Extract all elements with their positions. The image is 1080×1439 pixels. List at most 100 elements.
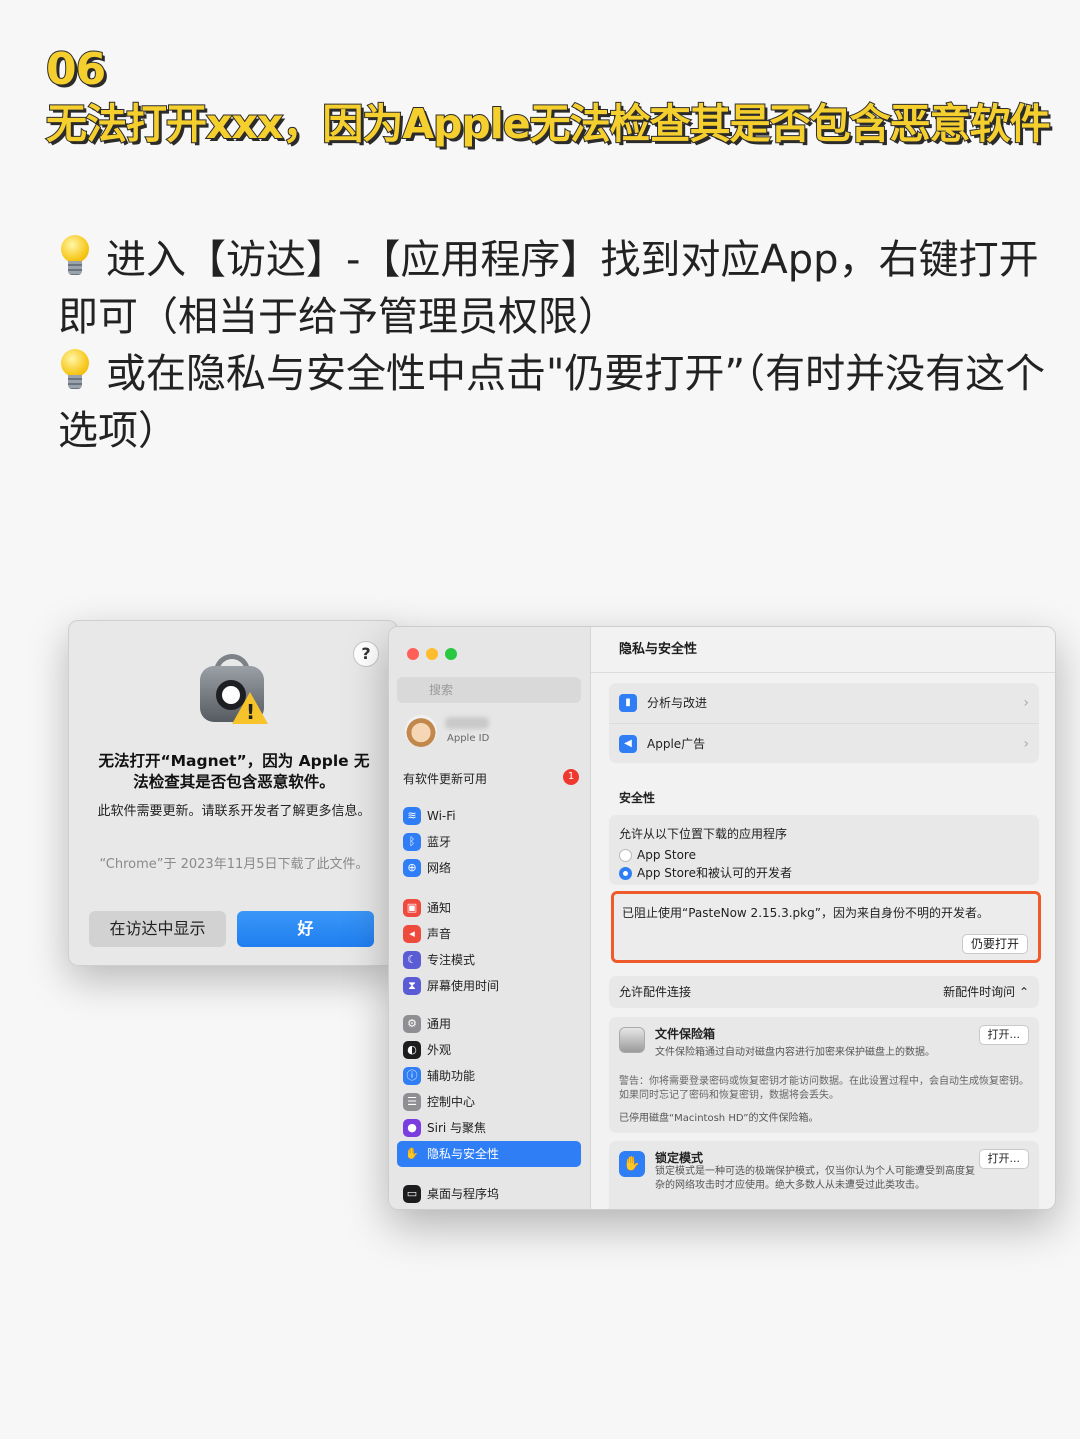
chart-icon: ▮ [619,694,637,712]
sidebar-item-label: Wi-Fi [427,809,456,823]
filevault-status: 已停用磁盘“Macintosh HD”的文件保险箱。 [619,1113,819,1124]
sidebar-item-label: 桌面与程序坞 [427,1187,500,1201]
control-center-icon: ☰ [403,1093,421,1111]
sidebar-item-label: 网络 [427,861,452,875]
sidebar-item[interactable]: ◂ 声音 [397,921,581,947]
tip-2-text: 或在隐私与安全性中点击"仍要打开”（有时并没有这个选项） [58,351,1046,454]
sidebar-item-label: 屏幕使用时间 [427,979,500,993]
sidebar-item-label: 控制中心 [427,1095,476,1109]
headline: 06 无法打开xxx，因为Apple无法检查其是否包含恶意软件 [45,43,1066,150]
filevault-title: 文件保险箱 [655,1027,716,1041]
accessory-connection-row: 允许配件连接 新配件时询问 ⌃ [609,976,1039,1008]
lockdown-card: ✋ 锁定模式 锁定模式是一种可选的极端保护模式，仅当你认为个人可能遭受到高度复杂… [609,1141,1039,1209]
lockdown-open-button[interactable]: 打开... [978,1149,1029,1169]
allow-apps-card: 允许从以下位置下载的应用程序 App Store App Store和被认可的开… [609,815,1039,885]
alert-title: 无法打开“Magnet”，因为 Apple 无法检查其是否包含恶意软件。 [98,752,370,791]
lightbulb-icon [58,347,92,395]
software-update-item[interactable]: 有软件更新可用 1 [403,769,579,787]
sidebar-item[interactable]: ⓘ 辅助功能 [397,1063,581,1089]
blocked-app-text: 已阻止使用“PasteNow 2.15.3.pkg”，因为来自身份不明的开发者。 [622,906,989,920]
sidebar-item[interactable]: ● Siri 与聚焦 [397,1115,581,1141]
appearance-icon: ◐ [403,1041,421,1059]
sidebar: 搜索 Apple ID 有软件更新可用 1 ≋ Wi-Fi ᛒ 蓝牙 ⊕ 网络 ▣ 通知 ◂ 声音… [389,627,591,1209]
sidebar-item-label: 通用 [427,1017,452,1031]
sidebar-item[interactable]: ☰ 控制中心 [397,1089,581,1115]
sidebar-item-label: 辅助功能 [427,1069,476,1083]
blocked-app-notice: 已阻止使用“PasteNow 2.15.3.pkg”，因为来自身份不明的开发者。… [611,891,1041,963]
sidebar-item-label: 专注模式 [427,953,476,967]
tip-2: 或在隐私与安全性中点击"仍要打开”（有时并没有这个选项） [58,346,1058,460]
chevron-right-icon: › [1023,736,1029,752]
filevault-open-button[interactable]: 打开... [978,1025,1029,1045]
accessory-select[interactable]: 新配件时询问 ⌃ [943,976,1029,1008]
hand-icon: ✋ [403,1145,421,1163]
sidebar-item-label: Siri 与聚焦 [427,1121,487,1135]
gear-icon: ⚙ [403,1015,421,1033]
help-button[interactable]: ? [353,641,379,667]
sidebar-item-label: 蓝牙 [427,835,452,849]
sidebar-item[interactable]: ⚙ 通用 [397,1011,581,1037]
accessory-label: 允许配件连接 [619,985,692,999]
software-update-label: 有软件更新可用 [403,772,488,786]
sidebar-item[interactable]: ✋ 隐私与安全性 [397,1141,581,1167]
apple-id-label: Apple ID [447,733,490,744]
tip-1: 进入【访达】-【应用程序】找到对应App，右键打开即可（相当于给予管理员权限） [58,232,1058,346]
sidebar-item[interactable]: ≋ Wi-Fi [397,803,581,829]
sidebar-item[interactable]: ⊕ 网络 [397,855,581,881]
row-apple-ads[interactable]: ◀ Apple广告 › [609,723,1039,763]
search-input[interactable]: 搜索 [397,677,581,703]
filevault-icon [619,1027,645,1053]
headline-title: 无法打开xxx，因为Apple无法检查其是否包含恶意软件 [45,99,1052,149]
alert-message: 此软件需要更新。请联系开发者了解更多信息。 [97,804,371,819]
alert-source: “Chrome”于 2023年11月5日下载了此文件。 [99,857,369,872]
sidebar-item[interactable]: ☾ 专注模式 [397,947,581,973]
system-settings-window: 搜索 Apple ID 有软件更新可用 1 ≋ Wi-Fi ᛒ 蓝牙 ⊕ 网络 ▣ 通知 ◂ 声音… [388,626,1056,1210]
sidebar-item[interactable]: ᛒ 蓝牙 [397,829,581,855]
lightbulb-icon [58,233,92,281]
row-apple-ads-label: Apple广告 [647,737,706,751]
ok-button[interactable]: 好 [237,911,374,947]
lockdown-title: 锁定模式 [655,1151,704,1165]
sidebar-nav-group: ≋ Wi-Fi ᛒ 蓝牙 ⊕ 网络 [397,803,581,881]
dock-icon: ▭ [403,1185,421,1203]
open-anyway-button[interactable]: 仍要打开 [961,934,1028,954]
sidebar-item-label: 外观 [427,1043,452,1057]
accessibility-icon: ⓘ [403,1067,421,1085]
filevault-desc: 文件保险箱通过自动对磁盘内容进行加密来保护磁盘上的数据。 [655,1047,935,1058]
headline-number: 06 [45,43,107,96]
bell-icon: ▣ [403,899,421,917]
row-analytics[interactable]: ▮ 分析与改进 › [609,683,1039,723]
apple-id-account[interactable]: Apple ID [405,715,585,751]
privacy-rows-card: ▮ 分析与改进 › ◀ Apple广告 › [609,683,1039,763]
minimize-window-button[interactable] [426,648,438,660]
malware-alert-dialog: ? ! 无法打开“Magnet”，因为 Apple 无法检查其是否包含恶意软件。… [68,620,398,966]
show-in-finder-button[interactable]: 在访达中显示 [89,911,226,947]
zoom-window-button[interactable] [445,648,457,660]
sidebar-item[interactable]: ◐ 外观 [397,1037,581,1063]
hourglass-icon: ⧗ [403,977,421,995]
close-window-button[interactable] [407,648,419,660]
sidebar-item[interactable]: ▭ 桌面与程序坞 [397,1181,581,1207]
sidebar-nav-group: ▣ 通知 ◂ 声音 ☾ 专注模式 ⧗ 屏幕使用时间 [397,895,581,999]
sidebar-nav-group: ▭ 桌面与程序坞 [397,1181,581,1207]
sidebar-item[interactable]: ⧗ 屏幕使用时间 [397,973,581,999]
radio-app-store[interactable]: App Store [619,846,1029,864]
row-analytics-label: 分析与改进 [647,696,708,710]
wifi-icon: ≋ [403,807,421,825]
sidebar-item[interactable]: ▣ 通知 [397,895,581,921]
allow-apps-label: 允许从以下位置下载的应用程序 [619,827,788,841]
sidebar-item-label: 声音 [427,927,452,941]
filevault-warning: 警告：你将需要登录密码或恢复密钥才能访问数据。在此设置过程中，会自动生成恢复密钥… [619,1076,1029,1101]
lockdown-desc: 锁定模式是一种可选的极端保护模式，仅当你认为个人可能遭受到高度复杂的网络攻击时才… [655,1166,975,1191]
speaker-icon: ◂ [403,925,421,943]
radio-app-store-and-identified[interactable]: App Store和被认可的开发者 [619,864,1029,882]
gatekeeper-icon: ! [196,654,272,726]
bluetooth-icon: ᛒ [403,833,421,851]
tip-1-text: 进入【访达】-【应用程序】找到对应App，右键打开即可（相当于给予管理员权限） [58,237,1039,340]
update-badge: 1 [563,769,579,785]
tips: 进入【访达】-【应用程序】找到对应App，右键打开即可（相当于给予管理员权限） … [58,232,1058,460]
pane-title: 隐私与安全性 [591,627,1055,673]
sidebar-item-label: 通知 [427,901,452,915]
globe-icon: ⊕ [403,859,421,877]
filevault-card: 文件保险箱 文件保险箱通过自动对磁盘内容进行加密来保护磁盘上的数据。 打开...… [609,1017,1039,1133]
